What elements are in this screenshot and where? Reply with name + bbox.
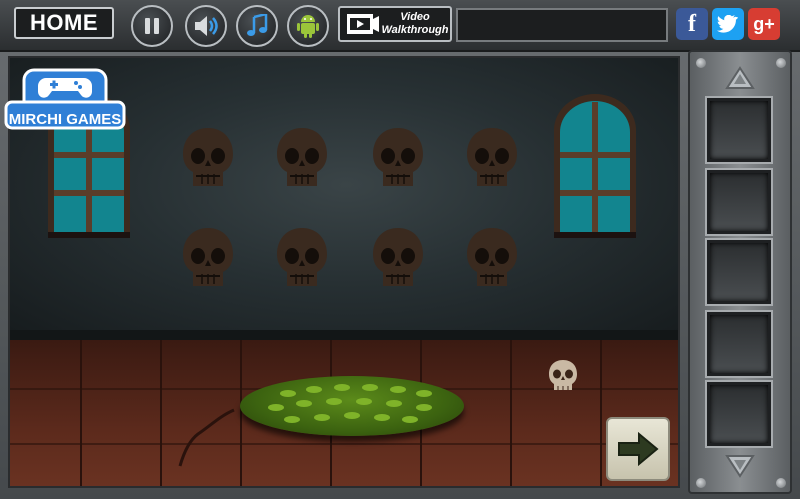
inventory-up-button[interactable] [704,64,776,92]
right-window [554,94,636,238]
wall-skull-5[interactable] [180,226,236,290]
video-label-line1: Video [400,11,430,23]
inventory-slot-1[interactable] [707,98,771,162]
android-button[interactable] [287,5,329,47]
home-button[interactable]: HOME [14,7,114,39]
inventory-slot-3[interactable] [707,240,771,304]
android-icon [297,15,319,38]
music-note-icon [247,14,268,36]
sound-button[interactable] [185,5,227,47]
pause-button[interactable] [131,5,173,47]
music-button[interactable] [236,5,278,47]
twitter-button[interactable] [712,8,744,40]
home-button-label: HOME [30,10,98,35]
inventory-slot-2[interactable] [707,170,771,234]
top-toolbar: HOME Video Walkthrough f g+ [0,0,800,52]
wall-skull-8[interactable] [464,226,520,290]
wall-skull-2[interactable] [274,126,330,190]
film-icon [347,14,379,34]
video-label-line2: Walkthrough [381,24,449,36]
pause-icon [145,18,159,34]
floor-skull-icon[interactable] [546,358,580,392]
next-scene-button[interactable] [606,417,670,481]
green-rug[interactable] [240,376,464,436]
wall-skull-4[interactable] [464,126,520,190]
arrow-up-icon [725,66,755,89]
arrow-down-icon [725,455,755,478]
twitter-icon [717,15,739,33]
wall-skull-3[interactable] [370,126,426,190]
inventory-panel [688,50,792,494]
title-slot [456,8,668,42]
inventory-slot-4[interactable] [707,312,771,376]
facebook-button[interactable]: f [676,8,708,40]
facebook-icon: f [688,10,696,37]
wall-skull-1[interactable] [180,126,236,190]
speaker-icon [195,16,218,36]
video-walkthrough-button[interactable]: Video Walkthrough [338,6,452,42]
arrow-right-icon [618,432,659,466]
google-plus-icon: g+ [753,13,775,34]
wall-skull-6[interactable] [274,226,330,290]
google-plus-button[interactable]: g+ [748,8,780,40]
wall-skull-7[interactable] [370,226,426,290]
inventory-down-button[interactable] [704,452,776,480]
logo-text: MIRCHI GAMES [8,110,122,128]
inventory-slot-5[interactable] [707,382,771,446]
floor-crack [178,408,235,467]
